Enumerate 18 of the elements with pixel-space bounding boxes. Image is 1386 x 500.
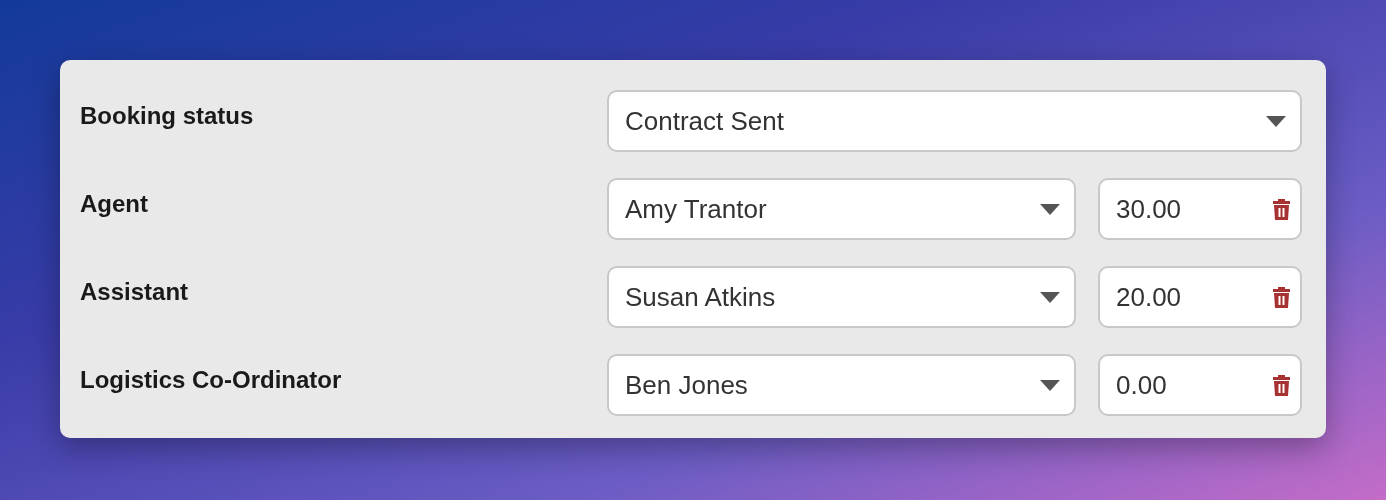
amount-field[interactable]: 0.00 [1098, 354, 1302, 416]
caret-icon [1040, 291, 1060, 303]
trash-icon[interactable] [1273, 374, 1290, 396]
field-label: Agent [80, 190, 149, 218]
dropdown[interactable]: Contract Sent [607, 90, 1302, 152]
dropdown[interactable]: Susan Atkins [607, 266, 1076, 328]
caret-icon [1266, 115, 1286, 127]
caret-icon [1040, 379, 1060, 391]
dropdown[interactable]: Amy Trantor [607, 178, 1076, 240]
caret-icon [1040, 203, 1060, 215]
field-label: Booking status [80, 102, 255, 130]
field-label: Logistics Co-Ordinator [80, 366, 343, 394]
trash-icon[interactable] [1273, 198, 1290, 220]
field-label: Assistant [80, 278, 190, 306]
amount-field[interactable]: 20.00 [1098, 266, 1302, 328]
trash-icon[interactable] [1273, 286, 1290, 308]
dropdown[interactable]: Ben Jones [607, 354, 1076, 416]
amount-field[interactable]: 30.00 [1098, 178, 1302, 240]
